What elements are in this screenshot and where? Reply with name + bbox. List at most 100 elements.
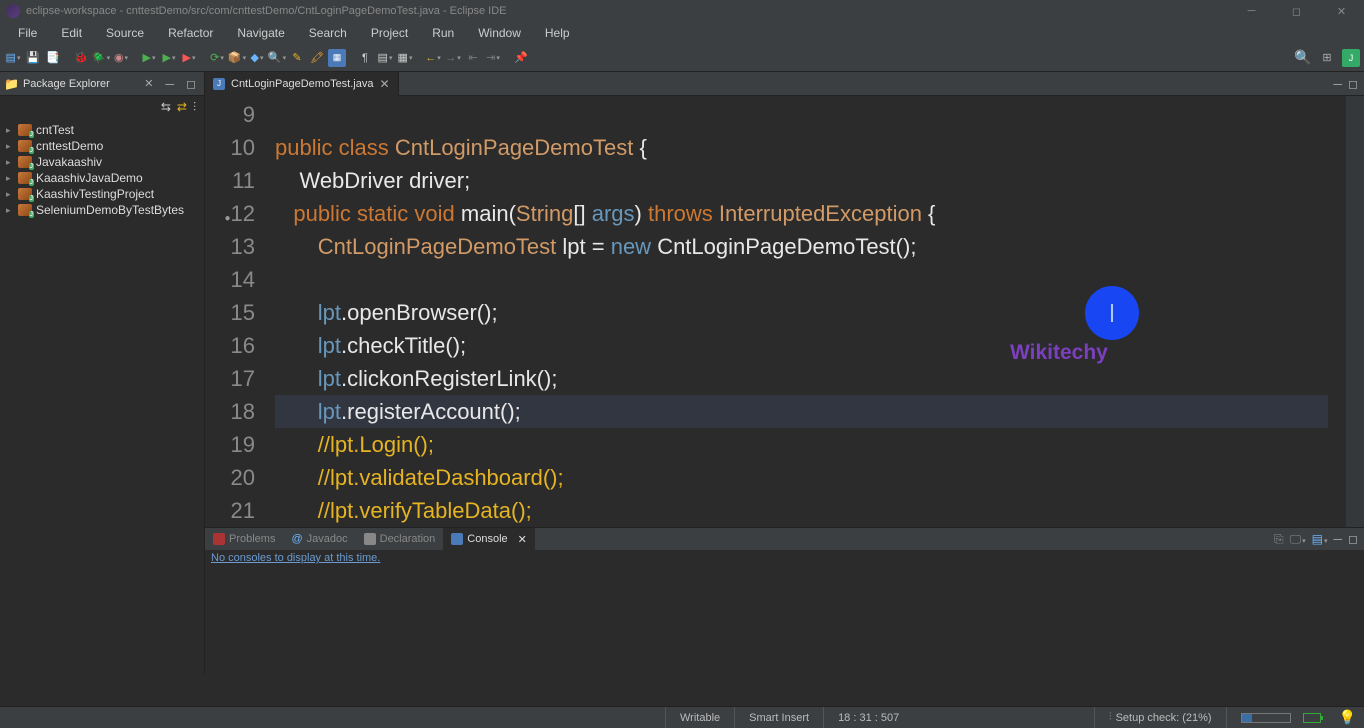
highlight-icon[interactable]: 🖍 (308, 49, 326, 67)
project-icon (18, 172, 32, 184)
code-line-11[interactable]: WebDriver driver; (275, 164, 1346, 197)
tip-icon[interactable]: 💡 (1339, 709, 1364, 726)
tab-max-icon[interactable]: ◻ (1348, 77, 1358, 91)
save-all-icon[interactable]: 📑 (44, 49, 62, 67)
search-icon[interactable]: 🔍 (1294, 49, 1312, 67)
console-max-icon[interactable]: ◻ (1348, 532, 1358, 546)
project-label: KaaashivJavaDemo (36, 171, 143, 185)
outline-icon[interactable]: ▦▾ (396, 49, 414, 67)
declaration-icon (364, 533, 376, 545)
block-icon[interactable]: ▤▾ (376, 49, 394, 67)
status-writable: Writable (665, 707, 734, 728)
code-line-14[interactable] (275, 263, 1346, 296)
menu-project[interactable]: Project (361, 24, 418, 42)
nav-fwd-icon[interactable]: ⇥▾ (484, 49, 502, 67)
code-line-19[interactable]: //lpt.Login(); (275, 428, 1346, 461)
maximize-button[interactable]: ◻ (1274, 0, 1319, 22)
save-icon[interactable]: 💾 (24, 49, 42, 67)
java-file-icon: J (213, 78, 225, 90)
debug-icon[interactable]: 🪲▾ (92, 49, 110, 67)
code-line-21[interactable]: //lpt.verifyTableData(); (275, 494, 1346, 527)
task-icon[interactable]: ▦ (328, 49, 346, 67)
type-icon[interactable]: ◆▾ (248, 49, 266, 67)
project-Javakaashiv[interactable]: ▸Javakaashiv (2, 154, 202, 170)
fwd-icon[interactable]: →▾ (444, 49, 462, 67)
code-editor[interactable]: 91011●12131415161718192021 Wikitechy pub… (205, 96, 1364, 527)
java-perspective-icon[interactable]: J (1342, 49, 1360, 67)
project-cntTest[interactable]: ▸cntTest (2, 122, 202, 138)
tab-problems[interactable]: Problems (205, 528, 283, 550)
status-position: 18 : 31 : 507 (823, 707, 913, 728)
status-insert: Smart Insert (734, 707, 823, 728)
code-line-9[interactable] (275, 98, 1346, 131)
code-line-10[interactable]: public class CntLoginPageDemoTest { (275, 131, 1346, 164)
project-KaaashivJavaDemo[interactable]: ▸KaaashivJavaDemo (2, 170, 202, 186)
menu-help[interactable]: Help (535, 24, 580, 42)
project-cnttestDemo[interactable]: ▸ cnttestDemo (2, 138, 202, 154)
caret-icon: ▸ (6, 141, 18, 152)
caret-icon: ▸ (6, 189, 18, 200)
back-icon[interactable]: ←▾ (424, 49, 442, 67)
console-close-icon[interactable]: ✕ (518, 533, 527, 546)
console-min-icon[interactable]: ─ (1334, 532, 1343, 546)
tab-console[interactable]: Console✕ (443, 528, 535, 550)
code-line-16[interactable]: lpt.checkTitle(); (275, 329, 1346, 362)
menu-refactor[interactable]: Refactor (158, 24, 223, 42)
battery-icon (1303, 713, 1321, 723)
new-console-icon[interactable]: ▤▾ (1312, 532, 1328, 546)
collapse-icon[interactable]: ⇆ (161, 100, 171, 114)
code-line-17[interactable]: lpt.clickonRegisterLink(); (275, 362, 1346, 395)
pilcrow-icon[interactable]: ¶ (356, 49, 374, 67)
filter-icon[interactable]: ⫶ (193, 100, 196, 115)
menu-run[interactable]: Run (422, 24, 464, 42)
tab-declaration[interactable]: Declaration (356, 528, 444, 550)
console-body[interactable] (205, 568, 1364, 674)
perspective-icon[interactable]: ⊞ (1318, 49, 1336, 67)
bottom-tabs: Problems @Javadoc Declaration Console✕ ⎘… (205, 528, 1364, 550)
cursor-highlight (1085, 286, 1139, 340)
menu-navigate[interactable]: Navigate (227, 24, 294, 42)
tab-javadoc[interactable]: @Javadoc (283, 528, 355, 550)
editor-tab[interactable]: J CntLoginPageDemoTest.java ✕ (205, 72, 399, 96)
pin-console-icon[interactable]: ⎘ (1274, 532, 1284, 547)
explorer-min-icon[interactable]: ─ (162, 77, 179, 91)
code-line-15[interactable]: lpt.openBrowser(); (275, 296, 1346, 329)
nav-back-icon[interactable]: ⇤ (464, 49, 482, 67)
display-console-icon[interactable]: 🖵▾ (1290, 532, 1306, 547)
refresh-icon[interactable]: ⟳▾ (208, 49, 226, 67)
tab-close-icon[interactable]: ✕ (379, 77, 389, 91)
explorer-close-icon[interactable]: ✕ (140, 77, 157, 90)
project-label: cnttestDemo (36, 139, 103, 153)
toolbar: ▤▾ 💾 📑 🐞 🪲▾ ◉▾ ▶▾ ▶▾ ▶▾ ⟳▾ 📦▾ ◆▾ 🔍▾ ✎ 🖍 … (0, 44, 1364, 72)
run-icon[interactable]: ▶▾ (140, 49, 158, 67)
caret-icon: ▸ (6, 205, 18, 216)
code-line-13[interactable]: CntLoginPageDemoTest lpt = new CntLoginP… (275, 230, 1346, 263)
debug-config-icon[interactable]: 🐞 (72, 49, 90, 67)
project-KaashivTestingProject[interactable]: ▸KaashivTestingProject (2, 186, 202, 202)
package-explorer: 📁 Package Explorer ✕ ─ ◻ ⇆ ⇄ ⫶ ▸cntTest▸… (0, 72, 205, 674)
menu-window[interactable]: Window (468, 24, 531, 42)
menu-edit[interactable]: Edit (51, 24, 92, 42)
external-icon[interactable]: ▶▾ (180, 49, 198, 67)
tab-min-icon[interactable]: ─ (1334, 77, 1343, 91)
code-line-20[interactable]: //lpt.validateDashboard(); (275, 461, 1346, 494)
code-line-18[interactable]: lpt.registerAccount(); (275, 395, 1346, 428)
menu-search[interactable]: Search (299, 24, 357, 42)
code-line-12[interactable]: public static void main(String[] args) t… (275, 197, 1346, 230)
pin-icon[interactable]: 📌 (512, 49, 530, 67)
search-toolbar-icon[interactable]: 🔍▾ (268, 49, 286, 67)
minimize-button[interactable]: ─ (1229, 0, 1274, 22)
folder-icon: 📁 (4, 77, 19, 91)
wand-icon[interactable]: ✎ (288, 49, 306, 67)
coverage-icon[interactable]: ◉▾ (112, 49, 130, 67)
new-icon[interactable]: ▤▾ (4, 49, 22, 67)
menu-file[interactable]: File (8, 24, 47, 42)
overview-ruler[interactable] (1346, 96, 1364, 527)
project-SeleniumDemoByTestBytes[interactable]: ▸SeleniumDemoByTestBytes (2, 202, 202, 218)
close-button[interactable]: ✕ (1319, 0, 1364, 22)
menu-source[interactable]: Source (96, 24, 154, 42)
link-icon[interactable]: ⇄ (177, 100, 187, 114)
package-icon[interactable]: 📦▾ (228, 49, 246, 67)
run-config-icon[interactable]: ▶▾ (160, 49, 178, 67)
explorer-max-icon[interactable]: ◻ (182, 77, 200, 91)
